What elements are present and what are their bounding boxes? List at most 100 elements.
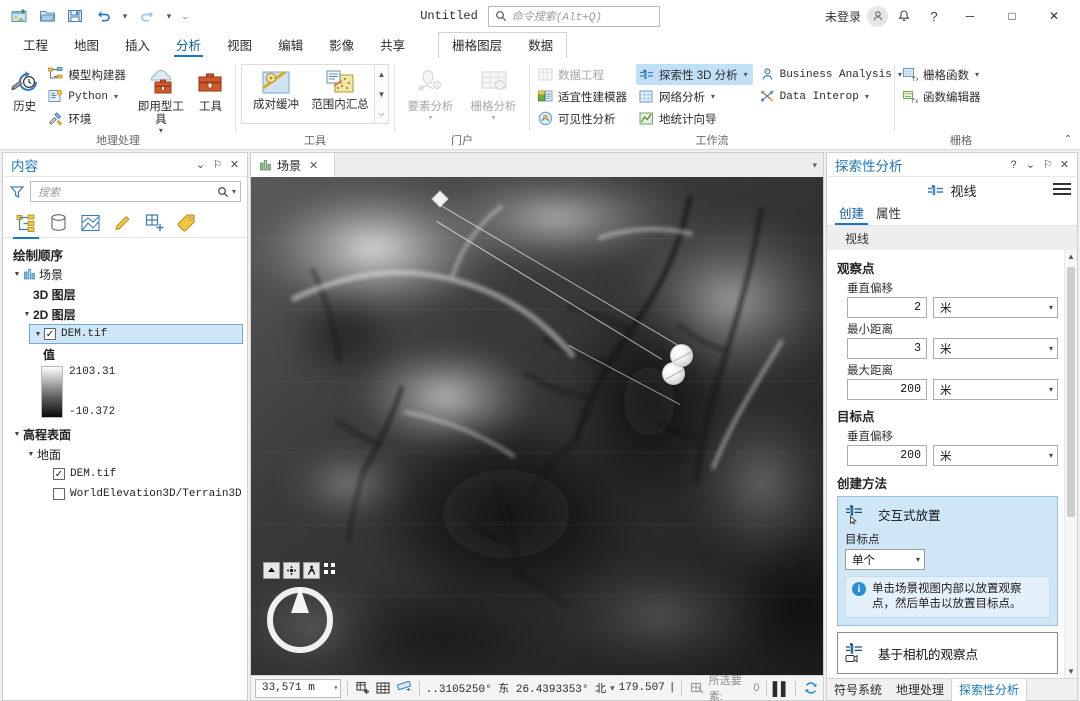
coordinate-format-dropdown-icon[interactable]: ▾	[610, 683, 615, 694]
contents-pin-icon[interactable]: ⚐	[209, 155, 226, 174]
contents-close-icon[interactable]: ✕	[226, 155, 243, 174]
ribbon-tab-map[interactable]: 地图	[61, 34, 112, 58]
bottom-tab-symbology[interactable]: 符号系统	[827, 679, 889, 701]
chevron-down-icon[interactable]: ▾	[812, 160, 817, 171]
command-search-input[interactable]: 命令搜索(Alt+Q)	[487, 5, 660, 27]
scroll-down-icon[interactable]: ▼	[1065, 665, 1077, 678]
view-tab-scene[interactable]: 场景 ✕	[251, 153, 335, 177]
notifications-icon[interactable]	[890, 3, 918, 29]
view-tab-close-icon[interactable]: ✕	[309, 159, 318, 172]
expand-arrow-icon[interactable]: ▼	[32, 331, 44, 338]
los-target-sphere[interactable]	[670, 344, 693, 367]
toolbox-button[interactable]: 工具	[191, 62, 230, 114]
save-project-icon[interactable]	[62, 4, 88, 28]
ea-vertical-scrollbar[interactable]: ▲ ▼	[1064, 250, 1077, 678]
tools-gallery[interactable]: 成对缓冲 范围内汇总 ▲ ▼ ⌵	[241, 64, 389, 124]
chevron-down-icon[interactable]: ▾	[1049, 303, 1053, 312]
walk-icon[interactable]	[303, 562, 320, 579]
raster-functions-button[interactable]: fx 栅格函数 ▾	[900, 64, 986, 85]
ready-to-use-tools-dropdown-icon[interactable]: ▾	[159, 127, 163, 135]
raster-analysis-button[interactable]: 栅格分析 ▾	[463, 62, 524, 122]
geostatistical-wizard-button[interactable]: 地统计向导	[636, 108, 753, 129]
bottom-tab-exploratory-analysis[interactable]: 探索性分析	[951, 678, 1028, 701]
history-button[interactable]: 历史	[6, 62, 43, 114]
environments-button[interactable]: 环境	[45, 108, 131, 129]
target-point-select[interactable]: 单个 ▾	[845, 549, 925, 570]
list-by-selection-icon[interactable]	[77, 210, 103, 236]
gallery-scroll-down-icon[interactable]: ▼	[375, 85, 388, 104]
ribbon-tab-edit[interactable]: 编辑	[265, 34, 316, 58]
observer-vertical-offset-unit-select[interactable]: 米 ▾	[933, 297, 1058, 318]
ea-tab-create[interactable]: 创建	[835, 203, 869, 225]
ribbon-tab-project[interactable]: 工程	[10, 34, 61, 58]
raster-functions-dropdown-icon[interactable]: ▾	[975, 70, 979, 79]
ribbon-tab-share[interactable]: 共享	[367, 34, 418, 58]
tree-item-ground[interactable]: ▼ 地面	[3, 444, 247, 464]
target-vertical-offset-unit-select[interactable]: 米 ▾	[933, 445, 1058, 466]
add-data-icon[interactable]	[354, 679, 371, 698]
ribbon-tab-data[interactable]: 数据	[515, 34, 566, 58]
list-by-data-source-icon[interactable]	[45, 210, 71, 236]
tools-gallery-scrollbar[interactable]: ▲ ▼ ⌵	[374, 65, 388, 123]
map-scale-combo[interactable]: 33,571 m ▾	[255, 678, 342, 698]
search-icon[interactable]	[217, 186, 229, 198]
business-analysis-button[interactable]: Business Analysis ▾	[757, 64, 907, 85]
compass-navigator[interactable]	[267, 587, 333, 653]
maximize-button[interactable]: □	[992, 1, 1032, 31]
raster-analysis-dropdown-icon[interactable]: ▾	[491, 114, 495, 122]
expand-arrow-icon[interactable]: ▼	[11, 271, 23, 278]
chevron-down-icon[interactable]: ▾	[1049, 344, 1053, 353]
hamburger-icon[interactable]	[1053, 181, 1071, 197]
python-button[interactable]: Python ▾	[45, 86, 131, 107]
feature-analysis-dropdown-icon[interactable]: ▾	[428, 114, 432, 122]
feature-analysis-button[interactable]: 要素分析 ▾	[400, 62, 461, 122]
tree-item-ground-dem[interactable]: ✓ DEM.tif	[3, 464, 247, 484]
pause-drawing-icon[interactable]: ▌▌	[772, 679, 790, 698]
scene-view[interactable]	[251, 177, 823, 675]
observer-max-distance-unit-select[interactable]: 米 ▾	[933, 379, 1058, 400]
redo-dropdown-icon[interactable]: ▾	[162, 4, 176, 28]
ribbon-collapse-icon[interactable]: ⌃	[1060, 131, 1076, 147]
close-button[interactable]: ✕	[1034, 1, 1074, 31]
ea-help-icon[interactable]: ?	[1005, 155, 1022, 174]
redo-icon[interactable]	[134, 4, 160, 28]
ground-dem-checkbox[interactable]: ✓	[53, 468, 65, 480]
gallery-scroll-up-icon[interactable]: ▲	[375, 65, 388, 84]
refresh-icon[interactable]	[802, 679, 819, 698]
contents-search-input[interactable]: 搜索 ▾	[30, 181, 241, 202]
pairwise-buffer-button[interactable]: 成对缓冲	[245, 67, 307, 112]
pan-icon[interactable]	[283, 562, 300, 579]
avatar[interactable]	[867, 5, 888, 27]
minimize-button[interactable]: ─	[950, 1, 990, 31]
filter-icon[interactable]	[9, 185, 25, 199]
list-by-drawing-order-icon[interactable]	[13, 210, 39, 239]
measure-icon[interactable]	[396, 679, 413, 698]
target-vertical-offset-input[interactable]: 200	[847, 445, 927, 466]
gallery-expand-icon[interactable]: ⌵	[375, 104, 388, 123]
ea-close-icon[interactable]: ✕	[1056, 155, 1073, 174]
python-dropdown-icon[interactable]: ▾	[114, 92, 118, 101]
data-engineering-button[interactable]: 数据工程	[535, 64, 632, 85]
tree-item-scene[interactable]: ▼ 场景	[3, 264, 247, 284]
help-icon[interactable]: ?	[920, 3, 948, 29]
world-elevation-checkbox[interactable]	[53, 488, 65, 500]
data-interop-dropdown-icon[interactable]: ▾	[865, 92, 869, 101]
full-control-icon[interactable]	[323, 562, 339, 578]
scroll-up-icon[interactable]: ▲	[1065, 250, 1077, 263]
tree-item-world-elevation[interactable]: WorldElevation3D/Terrain3D	[3, 484, 247, 504]
ribbon-tab-imagery[interactable]: 影像	[316, 34, 367, 58]
chevron-down-icon[interactable]: ▾	[1049, 451, 1053, 460]
observer-min-distance-input[interactable]: 3	[847, 338, 927, 359]
observer-max-distance-input[interactable]: 200	[847, 379, 927, 400]
ea-scroll-track[interactable]	[1065, 263, 1077, 665]
suitability-modeler-button[interactable]: 适宜性建模器	[535, 86, 632, 107]
ribbon-tab-analysis[interactable]: 分析	[163, 34, 214, 58]
tree-item-dem-layer[interactable]: ▼ ✓ DEM.tif	[29, 324, 243, 344]
chevron-down-icon[interactable]: ▾	[1049, 385, 1053, 394]
network-analysis-dropdown-icon[interactable]: ▾	[711, 92, 715, 101]
customize-qat-icon[interactable]: ⌄	[178, 4, 192, 28]
ea-pin-icon[interactable]: ⚐	[1039, 155, 1056, 174]
undo-icon[interactable]	[90, 4, 116, 28]
ribbon-tab-view[interactable]: 视图	[214, 34, 265, 58]
summarize-within-button[interactable]: 范围内汇总	[309, 67, 371, 112]
